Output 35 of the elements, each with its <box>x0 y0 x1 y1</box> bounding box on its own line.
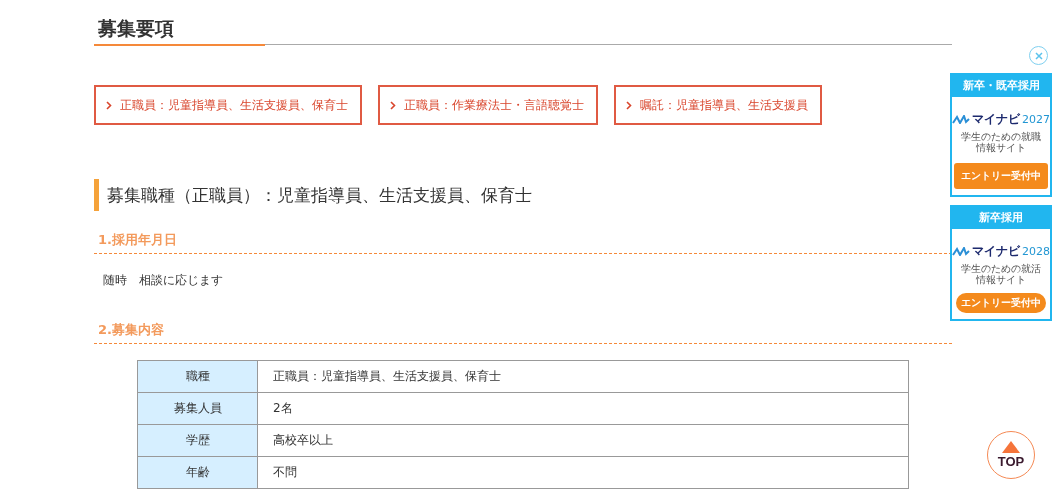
table-cell: 高校卒以上 <box>257 424 909 457</box>
chevron-icon <box>626 100 632 110</box>
chevron-icon <box>390 100 396 110</box>
triangle-up-icon <box>1002 441 1020 453</box>
close-icon <box>1034 51 1043 60</box>
job-link[interactable]: 嘱託：児童指導員、生活支援員 <box>614 85 822 125</box>
entry-button[interactable]: エントリー受付中 <box>956 293 1046 313</box>
banner-tagline: 学生のための就活情報サイト <box>960 263 1042 285</box>
wave-logo-icon <box>952 247 970 256</box>
wave-logo-icon <box>952 115 970 124</box>
body-text: 随時 相談に応じます <box>103 272 224 289</box>
brand-year: 2028 <box>1022 245 1050 258</box>
job-link[interactable]: 正職員：児童指導員、生活支援員、保育士 <box>94 85 362 125</box>
back-to-top-button[interactable]: TOP <box>987 431 1035 479</box>
page-title: 募集要項 <box>97 16 175 41</box>
table-cell: 不問 <box>257 456 909 489</box>
table-header-cell: 募集人員 <box>137 392 258 425</box>
brand-year: 2027 <box>1022 113 1050 126</box>
table-header-cell: 学歴 <box>137 424 258 457</box>
banner-header: 新卒・既卒採用 <box>952 75 1050 97</box>
recruit-banner[interactable]: 新卒・既卒採用 マイナビ 2027 学生のための就職情報サイト エントリー受付中 <box>950 73 1052 197</box>
table-cell: 正職員：児童指導員、生活支援員、保育士 <box>257 360 909 393</box>
brand-name: マイナビ <box>972 243 1020 260</box>
table-header-cell: 年齢 <box>137 456 258 489</box>
subsection-heading: 2.募集内容 <box>94 321 952 344</box>
chevron-icon <box>106 100 112 110</box>
banner-tagline: 学生のための就職情報サイト <box>960 131 1042 153</box>
table-header-cell: 職種 <box>137 360 258 393</box>
banner-header: 新卒採用 <box>952 207 1050 229</box>
brand-name: マイナビ <box>972 111 1020 128</box>
recruit-banner[interactable]: 新卒採用 マイナビ 2028 学生のための就活情報サイト エントリー受付中 <box>950 205 1052 321</box>
job-link[interactable]: 正職員：作業療法士・言語聴覚士 <box>378 85 598 125</box>
close-button[interactable] <box>1029 46 1048 65</box>
entry-button[interactable]: エントリー受付中 <box>954 163 1048 189</box>
table-cell: 2名 <box>257 392 909 425</box>
